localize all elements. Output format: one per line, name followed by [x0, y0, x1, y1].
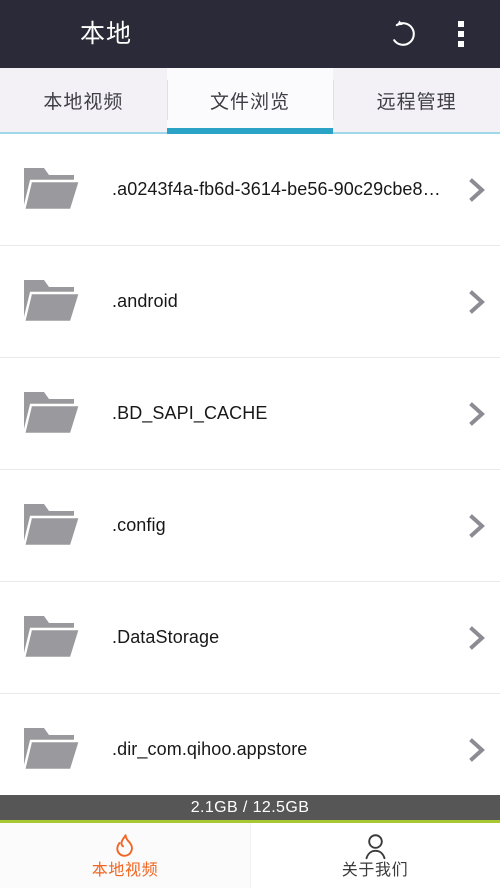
app-root: 本地 本地视频 文件浏览 远程管理 .a0243f4a-fb6d-3614-be…: [0, 0, 500, 888]
folder-icon: [16, 500, 88, 552]
folder-icon: [16, 612, 88, 664]
header-actions: [388, 19, 478, 49]
nav-item-about-us[interactable]: 关于我们: [250, 823, 500, 888]
chevron-right-icon[interactable]: [454, 288, 500, 316]
chevron-right-icon[interactable]: [454, 400, 500, 428]
flame-icon: [112, 833, 138, 860]
file-name: .android: [112, 291, 178, 311]
bottom-navigation: 本地视频 关于我们: [0, 823, 500, 888]
table-row[interactable]: .config: [0, 470, 500, 582]
chevron-right-icon[interactable]: [454, 736, 500, 764]
file-name: .DataStorage: [112, 627, 220, 647]
folder-icon: [16, 388, 88, 440]
folder-icon: [16, 724, 88, 776]
tab-label: 本地视频: [43, 91, 124, 113]
tab-remote-manage[interactable]: 远程管理: [333, 68, 500, 132]
overflow-dot: [458, 21, 464, 27]
overflow-dot: [458, 31, 464, 37]
table-row[interactable]: .BD_SAPI_CACHE: [0, 358, 500, 470]
tab-local-video[interactable]: 本地视频: [0, 68, 167, 132]
app-header: 本地: [0, 0, 500, 68]
file-name: .dir_com.qihoo.appstore: [112, 739, 308, 759]
file-name: .BD_SAPI_CACHE: [112, 403, 268, 423]
overflow-dot: [458, 41, 464, 47]
storage-usage-bar: 2.1GB / 12.5GB: [0, 795, 500, 823]
table-row[interactable]: .DataStorage: [0, 582, 500, 694]
person-icon: [362, 833, 389, 860]
refresh-icon[interactable]: [388, 19, 418, 49]
overflow-menu-icon[interactable]: [444, 19, 478, 49]
tab-label: 远程管理: [376, 91, 457, 113]
tab-bar: 本地视频 文件浏览 远程管理: [0, 68, 500, 134]
folder-icon: [16, 276, 88, 328]
table-row[interactable]: .a0243f4a-fb6d-3614-be56-90c29cbe8c83: [0, 134, 500, 246]
storage-usage-label: 2.1GB / 12.5GB: [190, 798, 310, 816]
table-row[interactable]: .dir_com.qihoo.appstore: [0, 694, 500, 795]
tab-file-browse[interactable]: 文件浏览: [166, 68, 334, 134]
chevron-right-icon[interactable]: [454, 176, 500, 204]
folder-icon: [16, 164, 88, 216]
nav-item-local-video[interactable]: 本地视频: [0, 823, 250, 888]
nav-item-label: 本地视频: [91, 861, 159, 879]
file-list: .a0243f4a-fb6d-3614-be56-90c29cbe8c83 .a…: [0, 134, 500, 795]
nav-item-label: 关于我们: [341, 861, 409, 879]
file-name: .config: [112, 515, 166, 535]
file-name: .a0243f4a-fb6d-3614-be56-90c29cbe8c83: [112, 179, 452, 199]
chevron-right-icon[interactable]: [454, 624, 500, 652]
table-row[interactable]: .android: [0, 246, 500, 358]
chevron-right-icon[interactable]: [454, 512, 500, 540]
page-title: 本地: [80, 19, 133, 48]
tab-label: 文件浏览: [210, 91, 291, 113]
